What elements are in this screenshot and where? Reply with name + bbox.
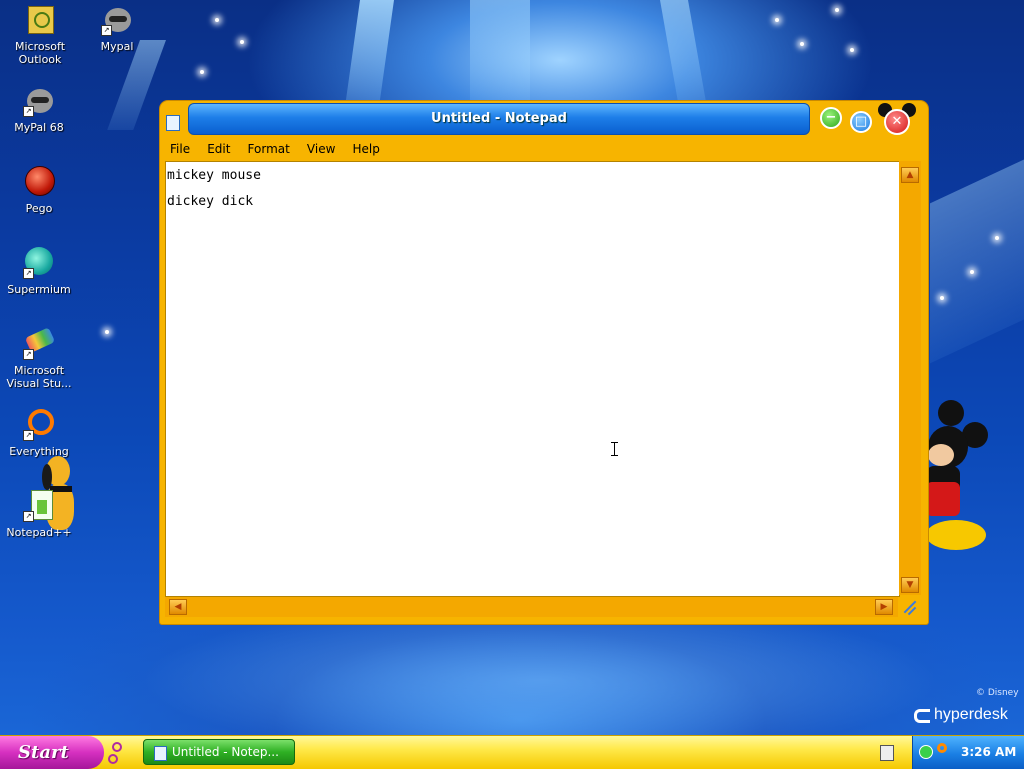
text-editor[interactable]: mickey mouse dickey dick bbox=[165, 161, 900, 597]
menu-help[interactable]: Help bbox=[347, 138, 386, 156]
shortcut-arrow-icon: ↗ bbox=[23, 268, 34, 279]
resize-grip-icon[interactable] bbox=[900, 598, 918, 616]
desktop-icon-supermium[interactable]: ↗ Supermium bbox=[1, 247, 77, 296]
horizontal-scrollbar[interactable]: ◀ ▶ bbox=[165, 597, 898, 617]
shortcut-arrow-icon: ↗ bbox=[23, 349, 34, 360]
sparkle bbox=[200, 70, 204, 74]
brand-name: hyperdesk bbox=[934, 706, 1008, 723]
light-beam bbox=[660, 0, 708, 110]
pego-ball-icon bbox=[23, 166, 55, 198]
shortcut-arrow-icon: ↗ bbox=[101, 25, 112, 36]
visual-studio-icon: ↗ bbox=[23, 327, 56, 360]
brand-logo: hyperdesk bbox=[914, 706, 1020, 726]
window-title: Untitled - Notepad bbox=[431, 111, 567, 126]
desktop-icon-label: Microsoft Outlook bbox=[14, 40, 66, 66]
vertical-scrollbar[interactable]: ▲ ▼ bbox=[899, 161, 921, 595]
sparkle bbox=[940, 296, 944, 300]
menu-view[interactable]: View bbox=[301, 138, 341, 156]
sparkle bbox=[835, 8, 839, 12]
sparkle bbox=[105, 330, 109, 334]
close-button[interactable]: ✕ bbox=[884, 109, 910, 135]
copyright-text: © Disney bbox=[976, 688, 1019, 698]
brand-bracket-icon bbox=[914, 709, 930, 723]
light-beam bbox=[344, 0, 394, 110]
desktop-icon-everything[interactable]: ↗ Everything bbox=[1, 409, 77, 458]
tray-search-icon[interactable] bbox=[937, 743, 947, 753]
system-tray: 3:26 AM bbox=[912, 736, 1024, 769]
mypal68-raccoon-icon: ↗ bbox=[23, 85, 55, 117]
desktop-icon-mypal68[interactable]: ↗ MyPal 68 bbox=[1, 85, 77, 134]
tray-clipboard-icon[interactable] bbox=[880, 745, 894, 761]
desktop-icon-label: Notepad++ bbox=[6, 526, 72, 539]
sparkle bbox=[995, 236, 999, 240]
text-cursor-icon bbox=[611, 442, 618, 456]
light-beam bbox=[930, 156, 1024, 364]
mickey-ears-quicklaunch-icon[interactable] bbox=[108, 742, 128, 764]
notepad-window[interactable]: Untitled - Notepad − □ ✕ File Edit Forma… bbox=[160, 101, 928, 624]
clock[interactable]: 3:26 AM bbox=[961, 736, 1016, 769]
menu-format[interactable]: Format bbox=[242, 138, 296, 156]
title-bar[interactable]: Untitled - Notepad bbox=[188, 103, 810, 135]
menu-file[interactable]: File bbox=[164, 138, 196, 156]
sparkle bbox=[970, 270, 974, 274]
notepad-app-icon[interactable] bbox=[166, 115, 180, 131]
shortcut-arrow-icon: ↗ bbox=[23, 430, 34, 441]
desktop-icon-outlook[interactable]: Microsoft Outlook bbox=[2, 4, 78, 66]
desktop-icon-mypal[interactable]: ↗ Mypal bbox=[79, 4, 155, 53]
taskbar: Start Untitled - Notep... 3:26 AM bbox=[0, 735, 1024, 769]
start-button[interactable]: Start bbox=[0, 736, 104, 769]
light-beam bbox=[107, 40, 166, 130]
desktop-icon-notepadpp[interactable]: ↗ Notepad++ bbox=[1, 490, 77, 539]
scroll-up-icon[interactable]: ▲ bbox=[901, 167, 919, 183]
tray-network-icon[interactable] bbox=[919, 745, 933, 759]
taskbar-notepad-button[interactable]: Untitled - Notep... bbox=[143, 739, 295, 765]
taskbar-notepad-icon bbox=[154, 746, 167, 761]
desktop-icon-visual-studio[interactable]: ↗ Microsoft Visual Stu... bbox=[1, 327, 77, 390]
sparkle bbox=[800, 42, 804, 46]
sparkle bbox=[240, 40, 244, 44]
minimize-button[interactable]: − bbox=[820, 107, 842, 129]
sparkle bbox=[215, 18, 219, 22]
desktop-icon-label: Mypal bbox=[100, 40, 134, 53]
menu-bar: File Edit Format View Help bbox=[164, 138, 924, 160]
outlook-icon bbox=[24, 4, 56, 36]
desktop-icon-label: Microsoft Visual Stu... bbox=[6, 364, 72, 390]
sparkle bbox=[775, 18, 779, 22]
supermium-icon: ↗ bbox=[23, 247, 55, 279]
text-line: mickey mouse bbox=[167, 168, 261, 183]
taskbar-button-label: Untitled - Notep... bbox=[172, 745, 279, 759]
everything-search-icon: ↗ bbox=[23, 409, 55, 441]
mickey-mouse-figure bbox=[922, 396, 1002, 556]
light-beam bbox=[470, 0, 530, 110]
desktop-icon-label: MyPal 68 bbox=[14, 121, 64, 134]
scroll-left-icon[interactable]: ◀ bbox=[169, 599, 187, 615]
scroll-down-icon[interactable]: ▼ bbox=[901, 577, 919, 593]
desktop-icon-label: Everything bbox=[9, 445, 69, 458]
shortcut-arrow-icon: ↗ bbox=[23, 511, 34, 522]
menu-edit[interactable]: Edit bbox=[201, 138, 236, 156]
desktop-icon-label: Supermium bbox=[7, 283, 71, 296]
mypal-raccoon-icon: ↗ bbox=[101, 4, 133, 36]
desktop-icon-pego[interactable]: Pego bbox=[1, 166, 77, 215]
start-label: Start bbox=[18, 742, 69, 763]
text-line: dickey dick bbox=[167, 194, 254, 209]
shortcut-arrow-icon: ↗ bbox=[23, 106, 34, 117]
notepadpp-icon: ↗ bbox=[23, 490, 55, 522]
desktop-icon-label: Pego bbox=[25, 202, 53, 215]
scroll-right-icon[interactable]: ▶ bbox=[875, 599, 893, 615]
sparkle bbox=[850, 48, 854, 52]
maximize-button[interactable]: □ bbox=[850, 111, 872, 133]
